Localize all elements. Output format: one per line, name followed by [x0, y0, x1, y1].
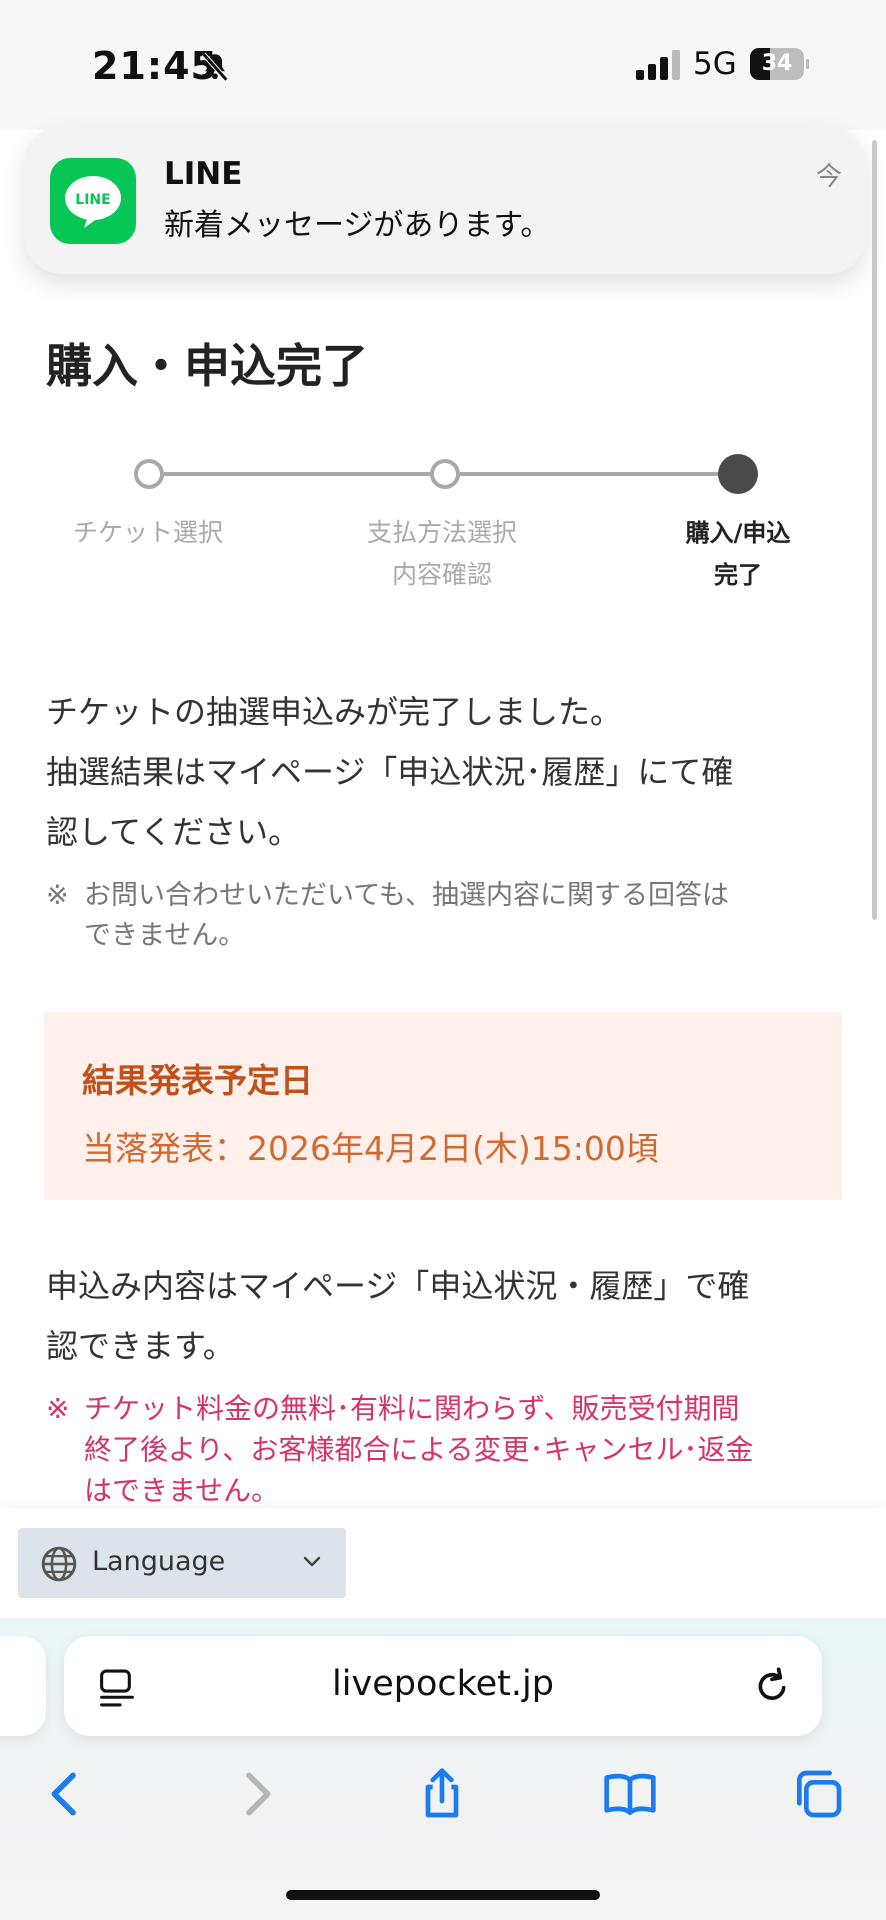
result-title: 結果発表予定日: [82, 1061, 313, 1100]
step-connector: [444, 472, 738, 476]
home-indicator[interactable]: [286, 1890, 600, 1900]
line-logo-icon: LINE: [65, 176, 121, 228]
bookmarks-icon[interactable]: [602, 1766, 658, 1822]
inquiry-note: ※ お問い合わせいただいても、抽選内容に関する回答は できません。: [46, 880, 730, 951]
share-icon[interactable]: [414, 1766, 470, 1822]
cancellation-warning: ※ チケット料金の無料･有料に関わらず、販売受付期間 終了後より、お客様都合による…: [46, 1392, 754, 1507]
step-label-3: 購入/申込 完了: [685, 519, 791, 589]
step-connector: [148, 472, 444, 476]
previous-tab-preview[interactable]: [0, 1636, 46, 1736]
notification-app-name: LINE: [164, 156, 243, 192]
back-icon[interactable]: [38, 1766, 94, 1822]
globe-icon: [41, 1546, 77, 1582]
progress-stepper: チケット選択 支払方法選択 内容確認 購入/申込 完了: [0, 440, 886, 600]
reload-icon[interactable]: [752, 1666, 792, 1706]
tabs-icon[interactable]: [790, 1766, 846, 1822]
result-announcement-box: 結果発表予定日 当落発表：2026年4月2日(木)15:00頃: [44, 1012, 842, 1200]
step-dot-2: [430, 459, 460, 489]
language-select-button[interactable]: Language: [18, 1528, 346, 1598]
battery-level: 34: [761, 51, 793, 76]
line-app-icon: LINE: [50, 158, 136, 244]
network-type: 5G: [693, 46, 737, 82]
language-label: Language: [92, 1546, 226, 1577]
step-dot-1: [134, 459, 164, 489]
line-notification[interactable]: LINE LINE 新着メッセージがあります。 今: [24, 126, 866, 274]
page-title: 購入・申込完了: [46, 339, 368, 393]
notification-message: 新着メッセージがあります。: [164, 208, 551, 243]
result-date: 当落発表：2026年4月2日(木)15:00頃: [82, 1129, 659, 1168]
step-label-2: 支払方法選択 内容確認: [366, 518, 517, 589]
notification-time: 今: [815, 162, 842, 192]
signal-icon: [636, 50, 680, 80]
step-dot-3: [718, 454, 758, 494]
history-message: 申込み内容はマイページ「申込状況・履歴」で確 認できます。: [46, 1267, 750, 1365]
bell-slash-icon: [201, 52, 229, 82]
chevron-down-icon: [303, 1556, 321, 1567]
status-bar: 21:45 5G 34: [0, 0, 886, 130]
step-label-1: チケット選択: [72, 518, 223, 547]
browser-toolbar: livepocket.jp: [0, 1618, 886, 1920]
completion-message: チケットの抽選申込みが完了しました。 抽選結果はマイページ「申込状況･履歴」にて…: [46, 693, 734, 851]
url-text: livepocket.jp: [332, 1664, 554, 1704]
line-logo-text: LINE: [75, 192, 110, 208]
address-bar[interactable]: livepocket.jp: [64, 1636, 822, 1736]
forward-icon[interactable]: [228, 1766, 284, 1822]
language-bar: Language: [0, 1508, 886, 1618]
